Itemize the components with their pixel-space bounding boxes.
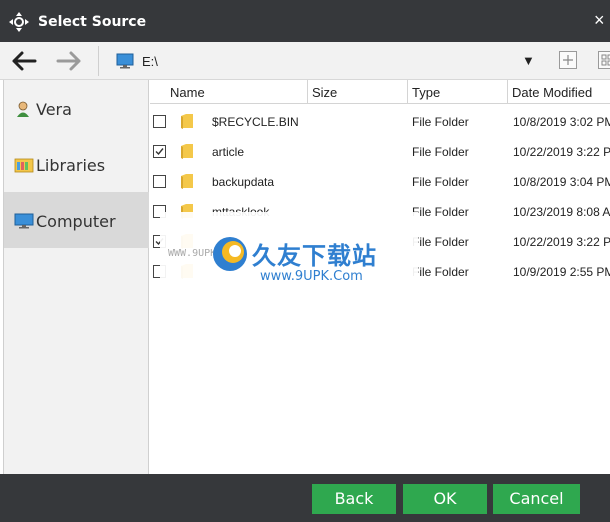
ok-button[interactable]: OK — [403, 484, 487, 514]
app-logo-icon — [9, 12, 29, 32]
arrow-right-icon[interactable] — [55, 49, 83, 73]
folder-icon — [181, 144, 193, 159]
file-date-modified: 10/9/2019 2:55 PM — [513, 265, 610, 279]
dialog-footer: Back OK Cancel — [0, 474, 610, 522]
close-icon[interactable]: × — [594, 10, 610, 30]
column-header-date-modified[interactable]: Date Modified — [508, 80, 610, 104]
row-checkbox[interactable] — [153, 145, 166, 158]
sidebar-item-label: Vera — [36, 100, 72, 119]
row-checkbox[interactable] — [153, 115, 166, 128]
checkmark-icon — [155, 148, 164, 156]
file-type: File Folder — [412, 115, 469, 129]
file-name: article — [212, 145, 245, 159]
sidebar-item-libraries[interactable]: Libraries — [4, 136, 149, 192]
file-type: File Folder — [412, 205, 469, 219]
watermark-text: 久友下载站 — [252, 242, 377, 270]
view-mode-button[interactable] — [598, 51, 610, 69]
toolbar: E:\ ▼ — [0, 42, 610, 80]
cancel-button[interactable]: Cancel — [493, 484, 580, 514]
sort-ascending-icon: ^ — [225, 80, 230, 86]
column-header-label: Type — [412, 85, 441, 100]
file-date-modified: 10/22/2019 3:22 PM — [513, 145, 610, 159]
new-folder-button[interactable] — [559, 51, 577, 69]
watermark-url: www.9UPK.Com — [260, 269, 363, 284]
file-name: $RECYCLE.BIN — [212, 115, 299, 129]
folder-icon — [181, 114, 193, 129]
path-dropdown-icon[interactable]: ▼ — [522, 53, 535, 68]
title-bar: Select Source × — [0, 0, 610, 42]
watermark-logo-icon — [213, 237, 247, 271]
computer-icon — [116, 53, 134, 69]
file-type: File Folder — [412, 145, 469, 159]
sidebar-item-computer[interactable]: Computer — [4, 192, 149, 248]
back-button[interactable]: Back — [312, 484, 396, 514]
file-date-modified: 10/8/2019 3:02 PM — [513, 115, 610, 129]
file-type: File Folder — [412, 175, 469, 189]
folder-icon — [181, 174, 193, 189]
user-icon — [17, 101, 29, 117]
file-type: File Folder — [412, 265, 469, 279]
window-title: Select Source — [38, 14, 147, 30]
libraries-icon — [14, 158, 34, 173]
toolbar-separator — [98, 46, 99, 76]
table-row[interactable]: $RECYCLE.BIN File Folder 10/8/2019 3:02 PM — [150, 106, 610, 136]
plus-icon — [563, 55, 573, 65]
watermark: WWW.9UPK.COM 久友下载站 www.9UPK.Com — [160, 212, 418, 306]
file-date-modified: 10/23/2019 8:08 AM — [513, 205, 610, 219]
arrow-left-icon[interactable] — [10, 49, 38, 73]
navigation-sidebar: Vera Libraries Computer — [3, 80, 149, 474]
file-date-modified: 10/8/2019 3:04 PM — [513, 175, 610, 189]
path-field[interactable]: E:\ — [142, 54, 158, 69]
column-header-size[interactable]: Size — [308, 80, 408, 104]
file-type: File Folder — [412, 235, 469, 249]
file-date-modified: 10/22/2019 3:22 PM — [513, 235, 610, 249]
row-checkbox[interactable] — [153, 175, 166, 188]
sidebar-item-label: Libraries — [36, 156, 106, 175]
column-header-label: Date Modified — [512, 85, 593, 100]
sidebar-item-vera[interactable]: Vera — [4, 80, 149, 136]
table-row[interactable]: backupdata File Folder 10/8/2019 3:04 PM — [150, 166, 610, 196]
computer-icon — [14, 213, 34, 229]
sidebar-item-label: Computer — [36, 212, 116, 231]
column-header-label: Size — [312, 85, 338, 100]
column-header-type[interactable]: Type — [408, 80, 508, 104]
table-row[interactable]: article File Folder 10/22/2019 3:22 PM — [150, 136, 610, 166]
grid-view-icon — [601, 54, 610, 66]
column-header-name[interactable]: Name ^ — [150, 80, 308, 104]
file-name: backupdata — [212, 175, 275, 189]
column-header-label: Name — [170, 85, 205, 100]
